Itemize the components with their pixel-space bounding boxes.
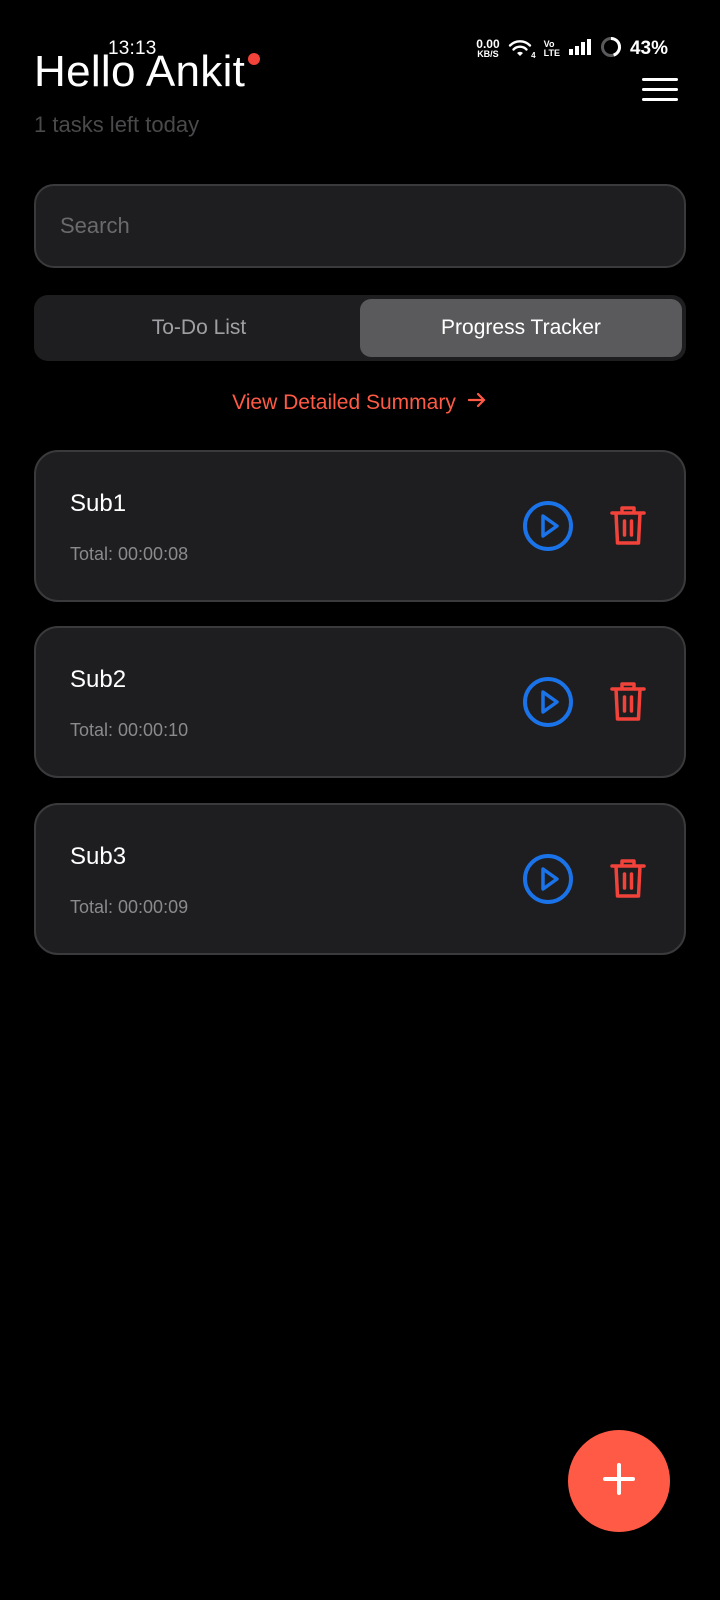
- wifi-badge: 4: [531, 51, 536, 60]
- play-circle-icon[interactable]: [522, 853, 574, 905]
- subject-total-time: Total: 00:00:09: [70, 897, 189, 917]
- view-summary-label: View Detailed Summary: [232, 391, 456, 414]
- network-speed: 0.00 KB/S: [476, 37, 500, 59]
- subject-name: Sub3: [70, 843, 127, 870]
- notification-dot: [248, 53, 260, 65]
- status-bar-icons: 0.00 KB/S 4 Vo LTE 43%: [476, 36, 668, 62]
- network-speed-unit: KB/S: [477, 49, 499, 59]
- trash-icon[interactable]: [608, 504, 648, 548]
- add-subject-button[interactable]: [568, 1430, 670, 1532]
- search-box: [34, 184, 686, 268]
- subject-total-time: Total: 00:00:08: [70, 544, 189, 564]
- battery-percent: 43%: [629, 38, 668, 59]
- play-circle-icon[interactable]: [522, 500, 574, 552]
- volte-bottom: LTE: [543, 48, 560, 58]
- volte-indicator: Vo LTE: [544, 40, 560, 58]
- arrow-right-icon: [466, 389, 488, 417]
- subject-total-time: Total: 00:00:10: [70, 720, 189, 740]
- subject-name: Sub1: [70, 490, 127, 517]
- signal-icon: [568, 38, 592, 61]
- subject-card: Sub1 Total: 00:00:08: [34, 450, 686, 602]
- tab-progress-tracker[interactable]: Progress Tracker: [360, 299, 682, 357]
- tab-todo-list[interactable]: To-Do List: [38, 299, 360, 357]
- subject-card: Sub2 Total: 00:00:10: [34, 626, 686, 778]
- network-speed-value: 0.00: [476, 37, 500, 51]
- menu-line: [642, 78, 678, 81]
- battery-ring-icon: [600, 36, 622, 63]
- play-circle-icon[interactable]: [522, 676, 574, 728]
- trash-icon[interactable]: [608, 680, 648, 724]
- progress-tracker-screen: 13:13 0.00 KB/S 4 Vo LTE 43% Hello Ankit…: [0, 0, 720, 1600]
- tasks-left-subtitle: 1 tasks left today: [34, 112, 200, 137]
- search-input[interactable]: [36, 186, 684, 266]
- menu-line: [642, 88, 678, 91]
- view-summary-link[interactable]: View Detailed Summary: [0, 388, 720, 418]
- subject-name: Sub2: [70, 666, 127, 693]
- wifi-icon: 4: [508, 38, 536, 60]
- subject-card: Sub3 Total: 00:00:09: [34, 803, 686, 955]
- menu-line: [642, 98, 678, 101]
- hamburger-menu-icon[interactable]: [640, 78, 680, 108]
- trash-icon[interactable]: [608, 857, 648, 901]
- greeting-title: Hello Ankit: [34, 47, 246, 96]
- plus-icon: [601, 1461, 637, 1502]
- view-tabs: To-Do List Progress Tracker: [34, 295, 686, 361]
